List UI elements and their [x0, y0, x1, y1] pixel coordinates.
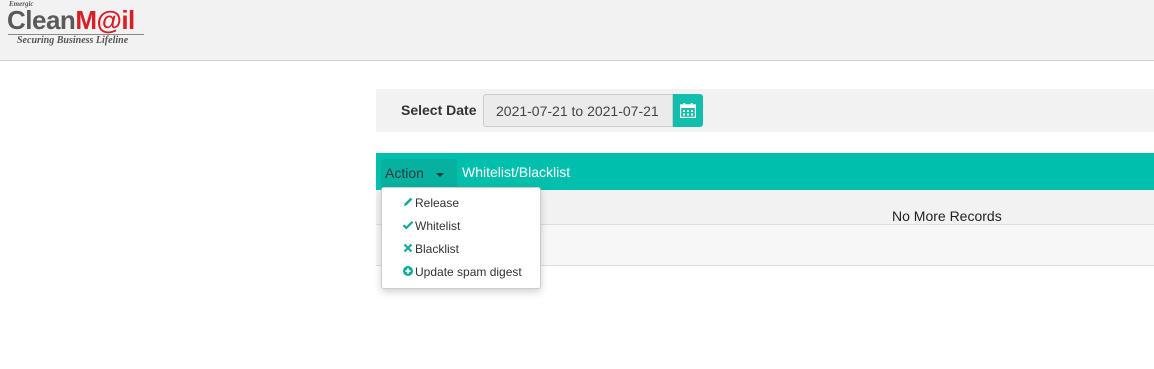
pencil-icon [404, 197, 413, 206]
menu-item-whitelist[interactable]: Whitelist [382, 215, 540, 238]
caret-down-icon [436, 173, 444, 177]
menu-item-label: Update spam digest [415, 265, 522, 279]
menu-item-blacklist[interactable]: Blacklist [382, 238, 540, 261]
logo-clean-text: Clean [7, 5, 76, 35]
app-header: Emergic CleanM@il Securing Business Life… [0, 0, 1154, 61]
date-range-input[interactable] [483, 94, 673, 127]
no-records-message: No More Records [892, 208, 1002, 224]
cleanmail-logo[interactable]: Emergic CleanM@il Securing Business Life… [7, 0, 152, 50]
action-dropdown-menu: Release Whitelist Blacklist Update spam … [381, 187, 541, 289]
menu-item-label: Whitelist [415, 219, 461, 233]
plus-circle-icon [403, 266, 413, 276]
logo-wordmark: CleanM@il [7, 5, 135, 35]
calendar-icon [680, 103, 696, 118]
logo-mail-text: M@il [75, 5, 135, 35]
date-filter-bar: Select Date [376, 89, 1154, 132]
menu-item-release[interactable]: Release [382, 192, 540, 215]
logo-tagline: Securing Business Lifeline [17, 35, 129, 46]
action-dropdown-button[interactable]: Action [381, 159, 457, 187]
calendar-button[interactable] [673, 94, 703, 127]
select-date-label: Select Date [401, 102, 477, 118]
whitelist-blacklist-link[interactable]: Whitelist/Blacklist [462, 164, 570, 180]
menu-item-label: Blacklist [415, 242, 460, 256]
menu-item-label: Release [415, 196, 460, 210]
x-icon [403, 243, 413, 253]
check-icon [402, 221, 414, 230]
action-toolbar: Action Whitelist/Blacklist [376, 153, 1154, 190]
action-label: Action [385, 165, 424, 181]
menu-item-update-spam-digest[interactable]: Update spam digest [382, 261, 540, 284]
